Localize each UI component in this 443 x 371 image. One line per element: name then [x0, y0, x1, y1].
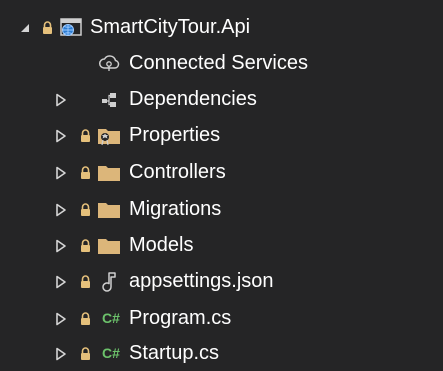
tree-item-label: Program.cs	[129, 307, 232, 329]
lock-icon	[40, 10, 54, 45]
csharp-file-icon: C#	[102, 345, 120, 361]
tree-item-label: Connected Services	[129, 52, 308, 74]
folder-icon	[96, 228, 122, 263]
tree-item-label: Properties	[129, 124, 221, 146]
folder-icon	[96, 155, 122, 190]
tree-node-migrations[interactable]: Migrations	[0, 192, 443, 227]
tree-item-label: appsettings.json	[129, 270, 274, 292]
collapsed-caret-icon[interactable]	[52, 192, 70, 227]
tree-node-project[interactable]: SmartCityTour.Api	[0, 10, 443, 45]
tree-item-label: Migrations	[129, 198, 222, 220]
lock-icon	[78, 118, 92, 153]
collapsed-caret-icon[interactable]	[52, 228, 70, 263]
properties-folder-icon	[96, 118, 122, 153]
json-file-icon	[96, 264, 122, 299]
collapsed-caret-icon[interactable]	[52, 118, 70, 153]
tree-node-connected-services[interactable]: Connected Services	[0, 46, 443, 81]
csharp-file-icon: C#	[102, 310, 120, 326]
tree-node-dependencies[interactable]: Dependencies	[0, 82, 443, 117]
collapsed-caret-icon[interactable]	[52, 301, 70, 336]
tree-node-models[interactable]: Models	[0, 228, 443, 263]
web-project-icon	[58, 10, 84, 45]
lock-icon	[78, 301, 92, 336]
collapsed-caret-icon[interactable]	[52, 155, 70, 190]
tree-item-label: Controllers	[129, 161, 226, 183]
dependencies-icon	[96, 82, 122, 117]
collapsed-caret-icon[interactable]	[52, 336, 70, 371]
solution-explorer-tree: SmartCityTour.Api Connected Services Dep…	[0, 0, 443, 371]
lock-icon	[78, 228, 92, 263]
tree-item-label: Startup.cs	[129, 342, 220, 364]
tree-node-startup-cs[interactable]: C# Startup.cs	[0, 336, 443, 371]
project-label: SmartCityTour.Api	[90, 16, 251, 38]
lock-icon	[78, 264, 92, 299]
collapsed-caret-icon[interactable]	[52, 264, 70, 299]
lock-icon	[78, 336, 92, 371]
tree-node-properties[interactable]: Properties	[0, 118, 443, 153]
tree-node-controllers[interactable]: Controllers	[0, 155, 443, 190]
connected-services-icon	[96, 46, 122, 81]
tree-node-appsettings[interactable]: appsettings.json	[0, 264, 443, 299]
collapsed-caret-icon[interactable]	[52, 82, 70, 117]
tree-item-label: Dependencies	[129, 88, 257, 110]
folder-icon	[96, 192, 122, 227]
expanded-caret-icon[interactable]	[16, 10, 34, 45]
tree-node-program-cs[interactable]: C# Program.cs	[0, 301, 443, 336]
lock-icon	[78, 155, 92, 190]
tree-item-label: Models	[129, 234, 194, 256]
lock-icon	[78, 192, 92, 227]
